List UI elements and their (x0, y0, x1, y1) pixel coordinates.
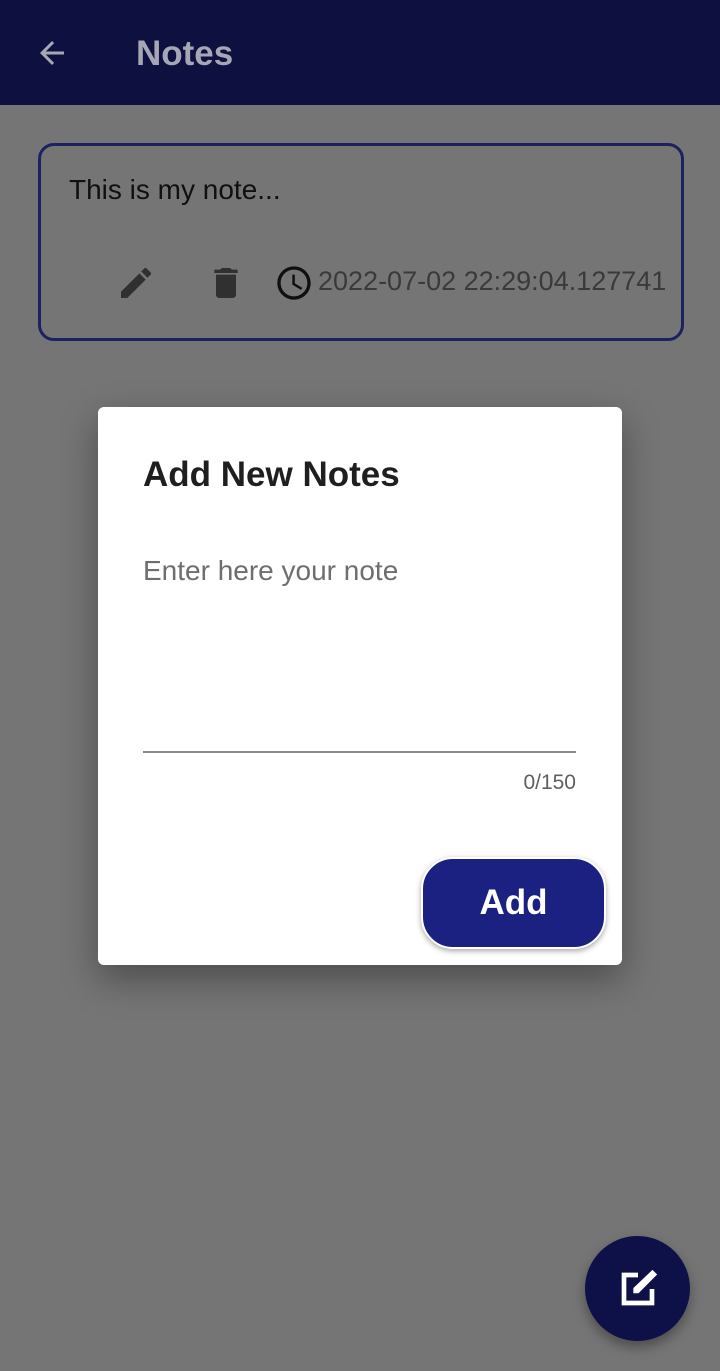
app-bar: Notes (0, 0, 720, 105)
arrow-back-icon (40, 41, 64, 65)
note-card[interactable]: This is my note... 2022-07-02 22:29:04.1… (38, 143, 684, 341)
note-timestamp: 2022-07-02 22:29:04.127741 (318, 266, 667, 296)
dialog-title: Add New Notes (143, 455, 400, 494)
add-button[interactable]: Add (421, 857, 606, 949)
new-note-fab[interactable] (585, 1236, 690, 1341)
add-note-dialog: Add New Notes 0/150 Add (98, 407, 622, 965)
trash-icon (214, 268, 238, 298)
edit-note-button[interactable] (115, 262, 157, 304)
note-input[interactable] (143, 547, 576, 753)
edit-note-icon (621, 1269, 657, 1305)
back-button[interactable] (26, 27, 78, 79)
clock-icon (277, 266, 311, 300)
note-text: This is my note... (69, 174, 281, 205)
pencil-icon (121, 267, 152, 298)
clock-icon-wrap (273, 262, 315, 304)
character-counter: 0/150 (523, 771, 576, 794)
page-title: Notes (136, 34, 234, 73)
delete-note-button[interactable] (205, 262, 247, 304)
